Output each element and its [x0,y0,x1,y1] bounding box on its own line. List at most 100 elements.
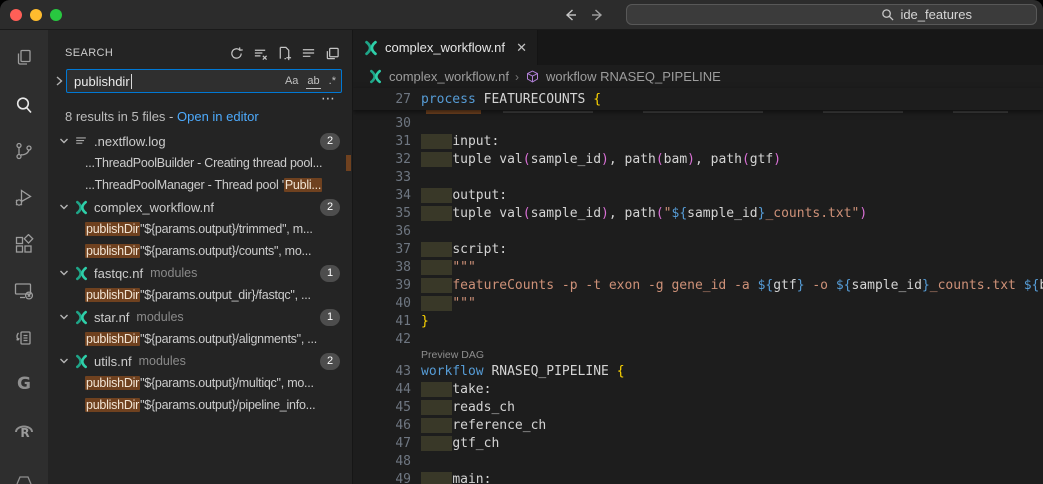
search-icon[interactable] [0,82,48,129]
file-row[interactable]: .nextflow.log2 [48,130,352,152]
toggle-search-details[interactable]: ⋯ [48,94,336,106]
match-row[interactable]: publishDir "${params.output}/alignments"… [48,328,352,350]
chevron-down-icon [56,311,72,323]
line-number: 30 [353,116,411,131]
line-number: 44 [353,382,411,397]
r-extension-icon[interactable]: R [0,408,48,455]
nextflow-file-icon [363,40,379,56]
match-text-after: "${params.output}/counts", mo... [140,244,311,258]
command-center-text: ide_features [900,7,972,22]
line-number: 27 [353,92,411,107]
file-row[interactable]: utils.nfmodules2 [48,350,352,372]
partial-bottom-icon[interactable] [0,454,48,484]
match-row[interactable]: publishDir "${params.output}/multiqc", m… [48,372,352,394]
code-line: 39 featureCounts -p -t exon -g gene_id -… [353,276,1043,294]
chevron-down-icon [56,135,72,147]
toggle-replace-chevron-icon[interactable] [52,75,66,87]
results-tree: .nextflow.log2...ThreadPoolBuilder - Cre… [48,130,352,416]
code-token: workflow [421,364,484,379]
match-row[interactable]: publishDir "${params.output}/pipeline_in… [48,394,352,416]
code-token: reference_ch [452,418,546,433]
breadcrumb-symbol[interactable]: workflow RNASEQ_PIPELINE [546,69,721,84]
open-in-editor-split-icon[interactable] [325,46,340,61]
file-name: utils.nf [94,354,132,369]
line-content: tuple val(sample_id), path(bam), path(gt… [421,152,781,167]
file-row[interactable]: complex_workflow.nf2 [48,196,352,218]
code-token: sample_id [687,206,757,221]
code-line: 33 [353,168,1043,186]
indent-guide-highlight [421,206,452,221]
breadcrumb: complex_workflow.nf › workflow RNASEQ_PI… [353,65,1043,88]
code-token: tuple val [452,206,522,221]
code-token: ) [687,152,695,167]
line-number: 45 [353,400,411,415]
whole-word-toggle[interactable]: ab [306,74,320,89]
results-summary: 8 results in 5 files - Open in editor [65,109,352,125]
open-in-editor-link[interactable]: Open in editor [177,109,259,124]
collapse-all-icon[interactable] [301,46,316,61]
task-pages-icon[interactable] [0,314,48,361]
code-token: } [922,278,930,293]
forward-arrow-icon[interactable] [590,7,606,23]
match-case-toggle[interactable]: Aa [284,74,299,88]
source-control-icon[interactable] [0,128,48,175]
code-line: 48 [353,452,1043,470]
code-token: tuple val [452,152,522,167]
code-token: } [421,314,429,329]
run-debug-icon[interactable] [0,175,48,222]
codelens-preview-dag[interactable]: Preview DAG [421,348,1043,362]
match-row[interactable]: ...ThreadPoolManager - Thread pool 'Publ… [48,174,352,196]
close-tab-icon[interactable]: ✕ [516,40,527,56]
sticky-scroll-line[interactable]: 27 process FEATURECOUNTS { [353,88,1043,110]
nextflow-file-icon [368,69,383,84]
extensions-icon[interactable] [0,221,48,268]
file-row[interactable]: fastqc.nfmodules1 [48,262,352,284]
explorer-icon[interactable] [0,35,48,82]
code-token: { [593,92,601,107]
svg-text:G: G [17,374,31,394]
match-row[interactable]: publishDir "${params.output}/trimmed", m… [48,218,352,240]
line-number: 47 [353,436,411,451]
regex-toggle[interactable]: .* [328,74,337,88]
g-extension-icon[interactable]: G [0,361,48,408]
code-token: _counts.txt" [765,206,859,221]
code-token: ) [773,152,781,167]
minimize-window-button[interactable] [30,9,42,21]
code-token: ( [656,152,664,167]
line-number: 40 [353,296,411,311]
code-token: RNASEQ_PIPELINE [484,364,617,379]
line-number: 41 [353,314,411,329]
code-token: main: [452,472,491,484]
match-row[interactable]: publishDir "${params.output}/counts", mo… [48,240,352,262]
match-row[interactable]: publishDir "${params.output_dir}/fastqc"… [48,284,352,306]
code-token: { [617,364,625,379]
code-lines[interactable]: 3031 input:32 tuple val(sample_id), path… [353,114,1043,484]
file-row[interactable]: star.nfmodules1 [48,306,352,328]
indent-guide-highlight [421,418,452,433]
maximize-window-button[interactable] [50,9,62,21]
new-search-editor-icon[interactable] [277,46,292,61]
line-content: tuple val(sample_id), path("${sample_id}… [421,206,867,221]
back-arrow-icon[interactable] [562,7,578,23]
tab-complex-workflow[interactable]: complex_workflow.nf ✕ [353,30,538,65]
panel-title: SEARCH [65,47,113,59]
breadcrumb-file[interactable]: complex_workflow.nf [389,69,509,84]
close-window-button[interactable] [10,9,22,21]
activity-bar: G R [0,30,48,484]
line-number: 38 [353,260,411,275]
match-row[interactable]: ...ThreadPoolBuilder - Creating thread p… [48,152,352,174]
file-name: star.nf [94,310,129,325]
traffic-lights [10,9,62,21]
match-text-after: "${params.output}/trimmed", m... [140,222,312,236]
clear-results-icon[interactable] [253,46,268,61]
command-center-search[interactable]: ide_features [626,4,1037,25]
truncated-match-highlight [346,155,351,171]
indent-guide-highlight [421,260,452,275]
code-token: take: [452,382,491,397]
remote-explorer-icon[interactable] [0,268,48,315]
line-number: 36 [353,224,411,239]
search-input[interactable]: publishdir Aa ab .* [66,69,342,93]
refresh-icon[interactable] [229,46,244,61]
match-count-badge: 2 [320,133,340,150]
file-path-description: modules [150,266,197,280]
